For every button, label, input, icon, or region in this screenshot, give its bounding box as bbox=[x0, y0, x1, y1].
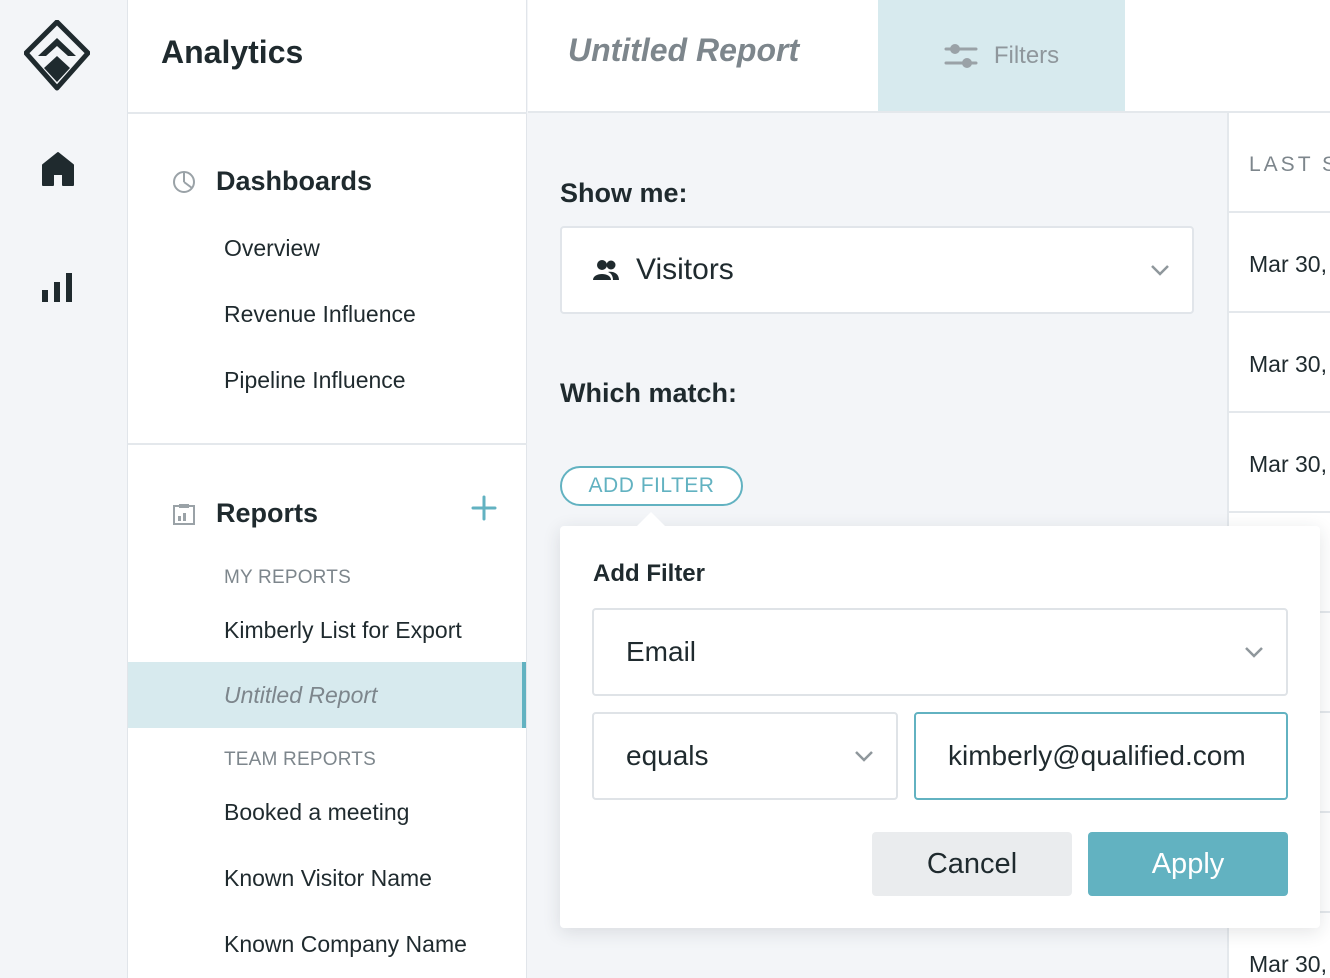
filter-field-select[interactable]: Email bbox=[592, 608, 1288, 696]
sidebar-item-overview[interactable]: Overview bbox=[224, 235, 320, 262]
dashboards-heading: Dashboards bbox=[172, 166, 372, 197]
reports-label: Reports bbox=[216, 498, 319, 528]
tab-filters[interactable]: Filters bbox=[878, 0, 1125, 111]
row-divider bbox=[1229, 211, 1330, 213]
table-cell: Mar 30, bbox=[1249, 451, 1327, 477]
dashboards-label: Dashboards bbox=[216, 166, 373, 196]
sidebar-item-label: Untitled Report bbox=[224, 682, 378, 708]
sliders-icon bbox=[944, 43, 978, 68]
add-report-icon[interactable] bbox=[470, 494, 498, 522]
reports-heading: Reports bbox=[172, 498, 318, 529]
sidebar-item-known-visitor-name[interactable]: Known Visitor Name bbox=[224, 865, 432, 892]
filter-value-input[interactable] bbox=[914, 712, 1288, 800]
add-filter-button[interactable]: ADD FILTER bbox=[560, 466, 743, 506]
chevron-down-icon bbox=[1151, 265, 1169, 276]
header-divider bbox=[128, 112, 527, 114]
row-divider bbox=[1229, 511, 1330, 513]
sidebar-item-known-company-name[interactable]: Known Company Name bbox=[224, 931, 467, 958]
users-icon bbox=[593, 260, 619, 280]
sidebar-item-booked-meeting[interactable]: Booked a meeting bbox=[224, 799, 409, 826]
table-cell: Mar 30, bbox=[1249, 951, 1327, 977]
app-title: Analytics bbox=[161, 34, 304, 70]
report-title[interactable]: Untitled Report bbox=[568, 32, 799, 69]
cancel-button[interactable]: Cancel bbox=[872, 832, 1072, 896]
sidebar-item-revenue-influence[interactable]: Revenue Influence bbox=[224, 301, 416, 328]
chevron-down-icon bbox=[855, 751, 873, 762]
filters-tab-label: Filters bbox=[993, 41, 1060, 69]
section-divider bbox=[128, 443, 527, 445]
show-me-select[interactable]: Visitors bbox=[560, 226, 1194, 314]
filter-field-value: Email bbox=[626, 636, 697, 667]
team-reports-heading: TEAM REPORTS bbox=[224, 749, 376, 770]
column-header-last-seen[interactable]: LAST S bbox=[1249, 153, 1330, 177]
row-divider bbox=[1229, 311, 1330, 313]
left-rail bbox=[0, 0, 128, 978]
row-divider bbox=[1229, 411, 1330, 413]
report-icon bbox=[173, 503, 195, 525]
which-match-label: Which match: bbox=[560, 378, 738, 408]
sidebar-item-pipeline-influence[interactable]: Pipeline Influence bbox=[224, 367, 406, 394]
filter-operator-value: equals bbox=[626, 740, 709, 771]
sidebar: Analytics Dashboards Overview Revenue In… bbox=[128, 0, 527, 978]
report-header: Untitled Report Filters bbox=[528, 0, 1330, 113]
show-me-label: Show me: bbox=[560, 178, 688, 208]
pie-chart-icon bbox=[173, 170, 195, 193]
home-icon[interactable] bbox=[40, 150, 76, 188]
table-cell: Mar 30, bbox=[1249, 351, 1327, 377]
sidebar-item-untitled-report[interactable]: Untitled Report bbox=[128, 662, 526, 728]
popover-title: Add Filter bbox=[593, 560, 705, 587]
table-cell: Mar 30, bbox=[1249, 251, 1327, 277]
sidebar-item-kimberly-list[interactable]: Kimberly List for Export bbox=[224, 617, 462, 644]
my-reports-heading: MY REPORTS bbox=[224, 567, 351, 588]
popover-arrow bbox=[636, 512, 666, 527]
filter-operator-select[interactable]: equals bbox=[592, 712, 898, 800]
apply-button[interactable]: Apply bbox=[1088, 832, 1288, 896]
bar-chart-icon[interactable] bbox=[40, 270, 76, 304]
logo-icon[interactable] bbox=[24, 20, 90, 92]
chevron-down-icon bbox=[1245, 647, 1263, 658]
add-filter-popover: Add Filter Email equals Cancel Apply bbox=[560, 512, 1320, 928]
show-me-value: Visitors bbox=[636, 253, 734, 286]
